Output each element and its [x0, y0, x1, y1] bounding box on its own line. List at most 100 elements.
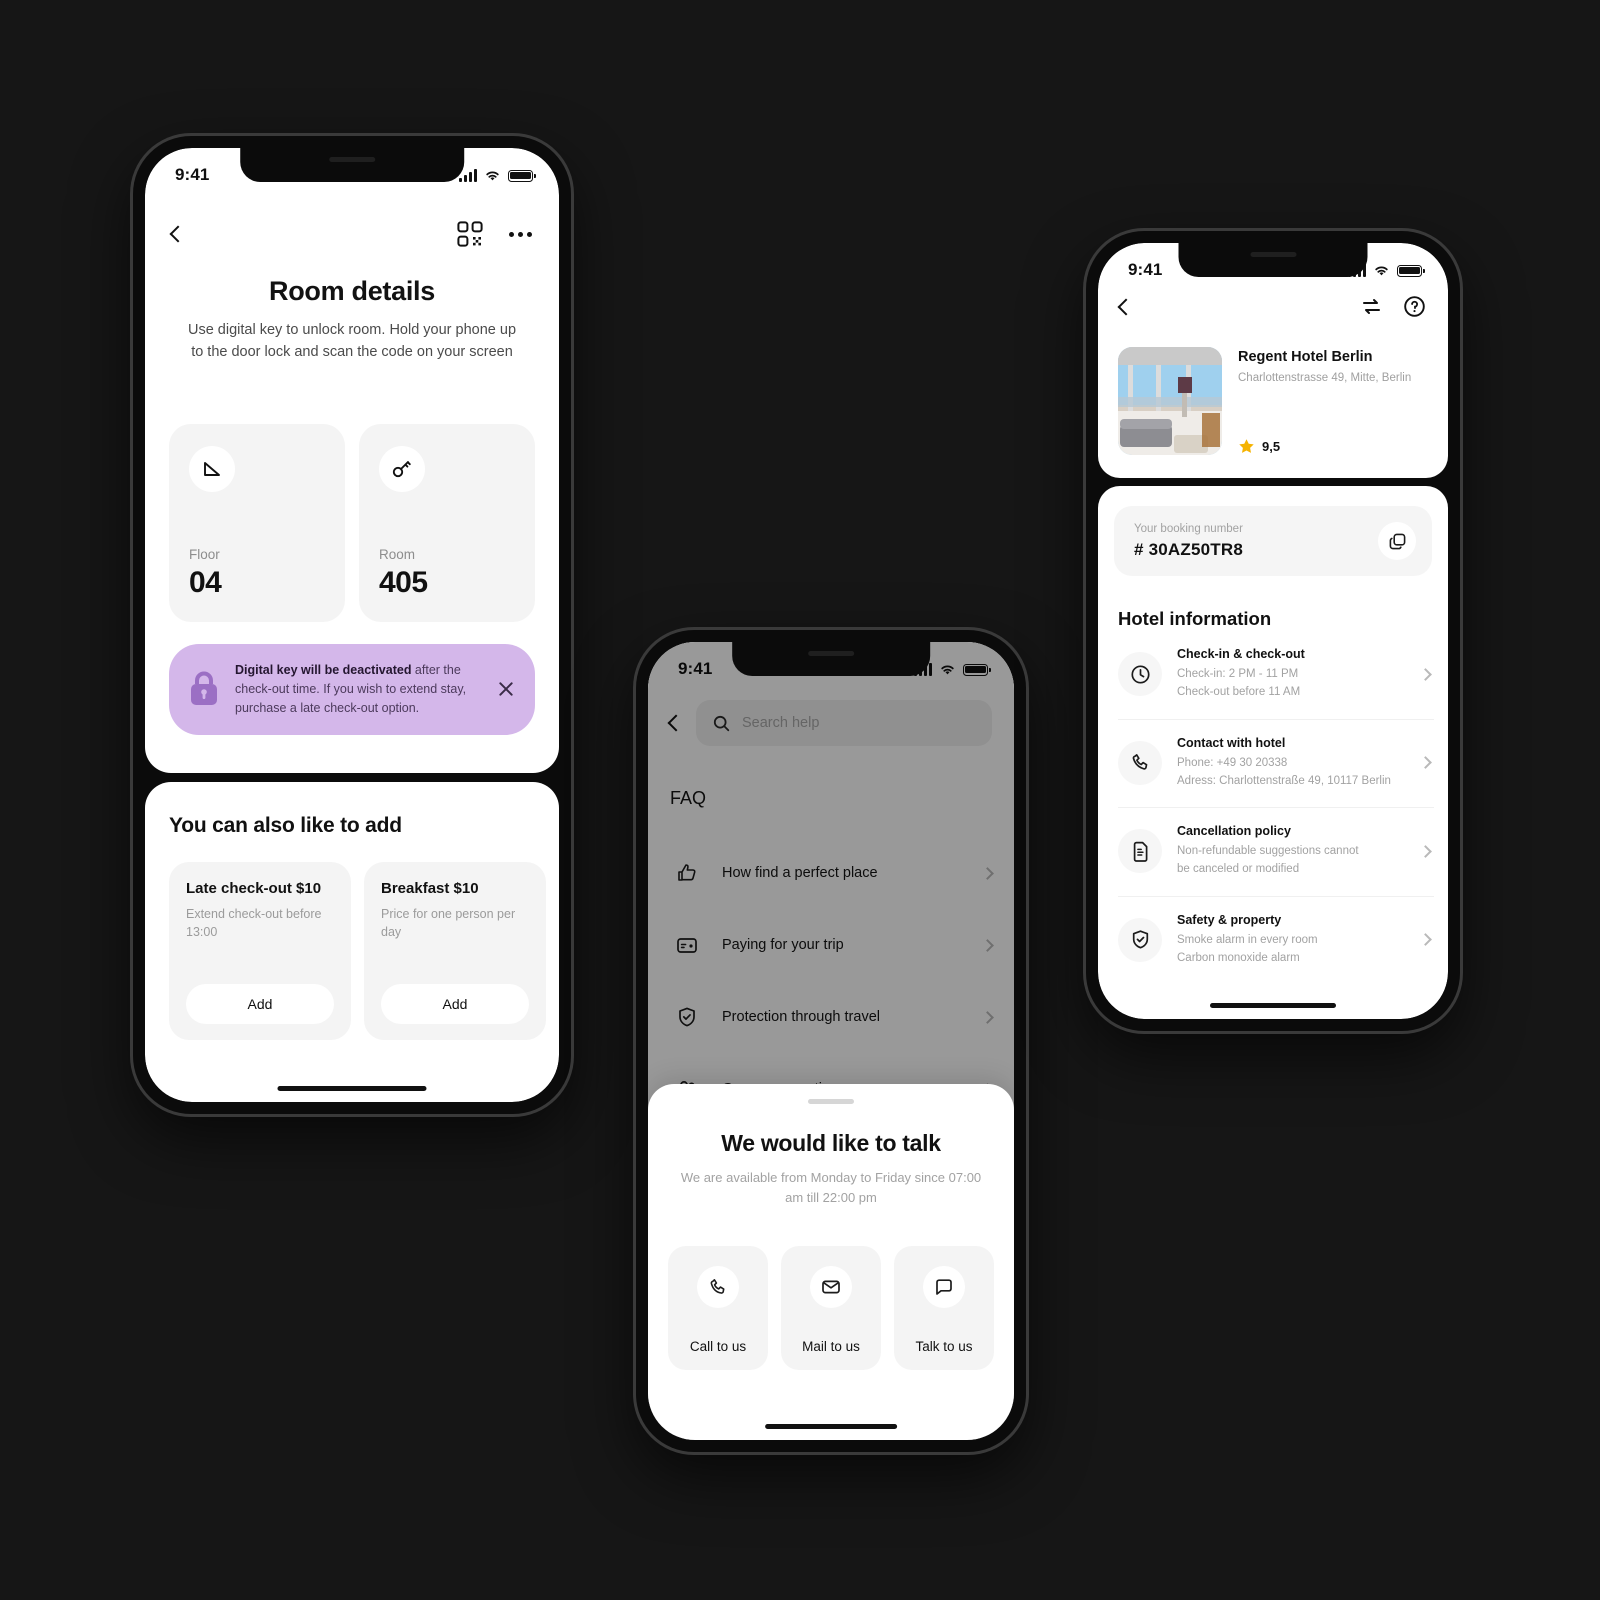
- home-indicator: [765, 1424, 897, 1429]
- info-title: Safety & property: [1177, 912, 1282, 927]
- contact-options: Call to us Mail to us Talk to us: [648, 1246, 1014, 1371]
- qr-code-icon[interactable]: [457, 221, 483, 247]
- chevron-right-icon: [1419, 667, 1432, 681]
- help-circle-icon[interactable]: [1403, 295, 1426, 318]
- chevron-right-icon: [1419, 844, 1432, 858]
- phone-icon: [1118, 740, 1162, 785]
- info-row-contact[interactable]: Contact with hotel Phone: +49 30 20338 A…: [1098, 718, 1448, 808]
- hotel-rating: 9,5: [1238, 438, 1428, 455]
- phone-help-faq: 9:41 Search help FAQ How find a perfect …: [636, 630, 1026, 1452]
- room-value: 405: [379, 565, 428, 599]
- addon-title: Breakfast $10: [381, 880, 479, 897]
- contact-label: Call to us: [689, 1339, 747, 1355]
- addon-card[interactable]: Breakfast $10 Price for one person per d…: [364, 862, 546, 1040]
- hotel-information-list: Check-in & check-out Check-in: 2 PM - 11…: [1098, 630, 1448, 984]
- sheet-subtitle: We are available from Monday to Friday s…: [680, 1170, 982, 1206]
- contact-label: Mail to us: [802, 1339, 860, 1355]
- screenshot-canvas: 9:41 Room details Use digital key to unl…: [0, 0, 1600, 1600]
- phone1-screen: 9:41 Room details Use digital key to unl…: [145, 148, 559, 1102]
- digital-key-notice: Digital key will be deactivated after th…: [169, 643, 535, 735]
- call-to-us-button[interactable]: Call to us: [668, 1246, 768, 1371]
- room-details-card: 9:41 Room details Use digital key to unl…: [145, 148, 559, 773]
- home-indicator: [1210, 1003, 1336, 1008]
- close-icon[interactable]: [497, 680, 515, 698]
- addon-title: Late check-out $10: [186, 880, 322, 897]
- phone-room-details: 9:41 Room details Use digital key to unl…: [133, 136, 571, 1114]
- chevron-right-icon: [1419, 933, 1432, 947]
- wifi-icon: [1375, 266, 1388, 275]
- more-options-icon[interactable]: [509, 231, 532, 237]
- info-line1: Check-in: 2 PM - 11 PM: [1177, 668, 1299, 680]
- info-line2: Carbon monoxide alarm: [1177, 951, 1300, 964]
- booking-number: # 30AZ50TR8: [1134, 539, 1243, 559]
- status-time: 9:41: [1128, 260, 1163, 279]
- chat-icon: [923, 1266, 965, 1309]
- info-row-safety[interactable]: Safety & property Smoke alarm in every r…: [1098, 895, 1448, 985]
- notice-bold: Digital key will be deactivated: [235, 662, 412, 677]
- lock-icon: [187, 670, 221, 708]
- hotel-information-heading: Hotel information: [1118, 608, 1272, 629]
- talk-to-us-button[interactable]: Talk to us: [894, 1246, 994, 1371]
- back-arrow-icon[interactable]: [169, 225, 187, 243]
- info-line2: be canceled or modified: [1177, 863, 1300, 876]
- document-icon: [1118, 829, 1162, 874]
- swap-icon[interactable]: [1360, 295, 1383, 318]
- key-icon: [379, 445, 425, 492]
- mail-icon: [810, 1266, 852, 1309]
- addon-desc: Extend check-out before 13:00: [186, 907, 322, 940]
- addons-card: You can also like to add Late check-out …: [145, 782, 559, 1102]
- booking-caption: Your booking number: [1134, 522, 1243, 535]
- phone1-navbar: [145, 214, 559, 254]
- info-row-checkin[interactable]: Check-in & check-out Check-in: 2 PM - 11…: [1098, 630, 1448, 719]
- room-tiles: Floor 04 Room 405: [145, 423, 559, 622]
- phone-booking-details: 9:41 Regent Hotel Berlin Charlottenstras…: [1086, 231, 1460, 1031]
- copy-icon: [1389, 533, 1405, 549]
- info-line1: Phone: +49 30 20338: [1177, 756, 1288, 769]
- addon-card[interactable]: Late check-out $10 Extend check-out befo…: [169, 862, 351, 1040]
- hotel-summary-card: 9:41 Regent Hotel Berlin Charlottenstras…: [1098, 243, 1448, 478]
- floor-tile[interactable]: Floor 04: [169, 423, 345, 622]
- page-title: Room details: [269, 276, 435, 306]
- phone2-screen: 9:41 Search help FAQ How find a perfect …: [648, 642, 1014, 1440]
- wifi-icon: [486, 171, 499, 180]
- addons-carousel[interactable]: Late check-out $10 Extend check-out befo…: [145, 838, 559, 1040]
- info-line1: Smoke alarm in every room: [1177, 933, 1318, 946]
- info-title: Cancellation policy: [1177, 824, 1291, 838]
- booking-number-block: Your booking number # 30AZ50TR8: [1114, 506, 1432, 576]
- battery-icon: [508, 169, 536, 182]
- copy-button[interactable]: [1378, 522, 1416, 560]
- star-icon: [1239, 439, 1254, 453]
- clock-icon: [1118, 652, 1162, 697]
- info-line2: Check-out before 11 AM: [1177, 686, 1301, 699]
- phone3-navbar: [1098, 295, 1448, 318]
- add-button[interactable]: Add: [186, 984, 334, 1024]
- floor-value: 04: [189, 565, 222, 599]
- add-button[interactable]: Add: [381, 984, 529, 1024]
- sheet-grabber[interactable]: [808, 1099, 854, 1104]
- contact-bottom-sheet: We would like to talk We are available f…: [648, 1084, 1014, 1440]
- notch: [1178, 243, 1368, 277]
- notch: [240, 148, 464, 182]
- shield-check-icon: [1118, 917, 1162, 962]
- contact-label: Talk to us: [915, 1339, 973, 1355]
- mail-to-us-button[interactable]: Mail to us: [781, 1246, 881, 1371]
- hotel-rating-value: 9,5: [1262, 439, 1281, 454]
- hotel-address: Charlottenstrasse 49, Mitte, Berlin: [1238, 372, 1412, 384]
- floor-icon: [189, 445, 235, 492]
- phone-icon: [697, 1266, 739, 1309]
- info-line1: Non-refundable suggestions cannot: [1177, 845, 1359, 857]
- room-tile[interactable]: Room 405: [359, 423, 535, 622]
- notice-text: Digital key will be deactivated after th…: [235, 661, 483, 718]
- back-arrow-icon[interactable]: [1117, 298, 1135, 315]
- status-time: 9:41: [175, 165, 210, 184]
- info-line2: Adress: Charlottenstraße 49, 10117 Berli…: [1177, 774, 1391, 787]
- home-indicator: [277, 1086, 427, 1091]
- page-subtitle: Use digital key to unlock room. Hold you…: [187, 322, 517, 360]
- info-row-cancellation[interactable]: Cancellation policy Non-refundable sugge…: [1098, 807, 1448, 896]
- hotel-room-photo: [1118, 347, 1222, 455]
- addons-heading: You can also like to add: [169, 814, 402, 837]
- booking-info-card: Your booking number # 30AZ50TR8 Hotel in…: [1098, 486, 1448, 1019]
- hotel-name: Regent Hotel Berlin: [1238, 349, 1373, 365]
- sheet-title: We would like to talk: [721, 1130, 941, 1156]
- info-title: Check-in & check-out: [1177, 647, 1305, 661]
